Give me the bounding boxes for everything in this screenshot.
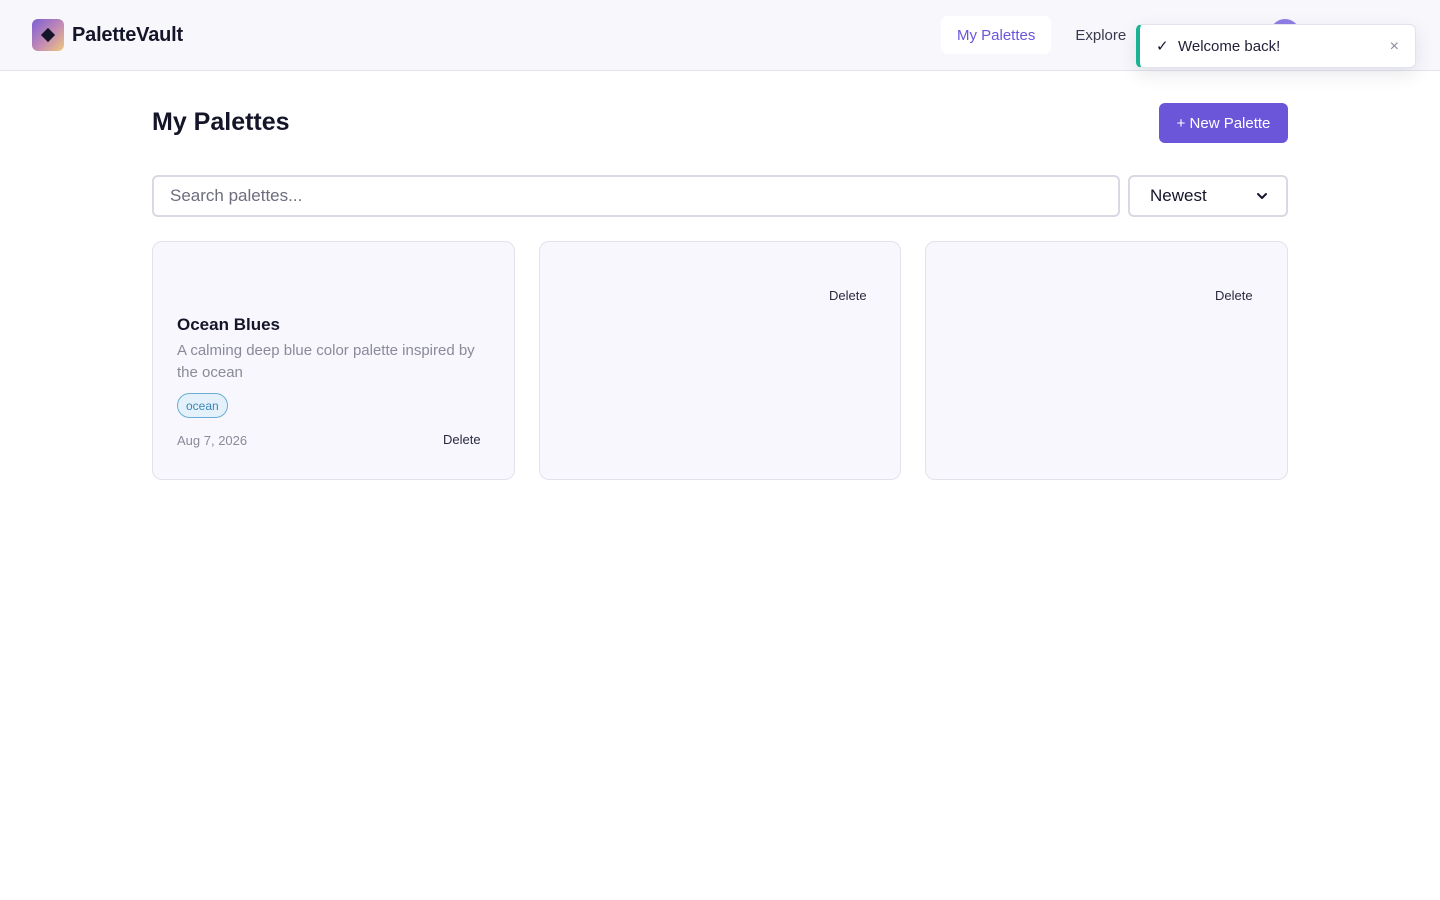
- delete-button[interactable]: Delete: [443, 432, 481, 447]
- palette-date: Aug 7, 2026: [177, 433, 248, 448]
- nav-item-explore[interactable]: Explore: [1059, 16, 1142, 54]
- palette-title: Ocean Blues: [177, 315, 280, 334]
- welcome-toast: ✓ Welcome back! ×: [1136, 24, 1416, 68]
- close-icon[interactable]: ×: [1390, 37, 1399, 57]
- palette-card[interactable]: Delete: [925, 241, 1288, 480]
- page-title: My Palettes: [152, 108, 290, 136]
- chevron-down-icon: [1257, 193, 1267, 199]
- palette-description: A calming deep blue color palette inspir…: [177, 342, 475, 381]
- delete-button[interactable]: Delete: [1215, 288, 1253, 303]
- search-input[interactable]: [152, 175, 1120, 217]
- delete-button[interactable]: Delete: [829, 288, 867, 303]
- app-logo[interactable]: PaletteVault: [32, 19, 183, 51]
- palette-card[interactable]: Ocean Blues A calming deep blue color pa…: [152, 241, 515, 480]
- logo-icon: [32, 19, 64, 51]
- check-icon: ✓: [1156, 38, 1169, 55]
- palette-card[interactable]: Delete: [539, 241, 901, 480]
- main-nav: My Palettes Explore: [941, 16, 1142, 54]
- sort-selected-value: Newest: [1150, 186, 1207, 205]
- app-name: PaletteVault: [72, 23, 183, 46]
- palette-tag[interactable]: ocean: [177, 393, 228, 418]
- diamond-icon: [40, 27, 56, 43]
- nav-item-my-palettes[interactable]: My Palettes: [941, 16, 1052, 54]
- toast-message: Welcome back!: [1178, 37, 1281, 55]
- sort-select[interactable]: Newest: [1128, 175, 1288, 217]
- new-palette-button[interactable]: + New Palette: [1159, 103, 1288, 143]
